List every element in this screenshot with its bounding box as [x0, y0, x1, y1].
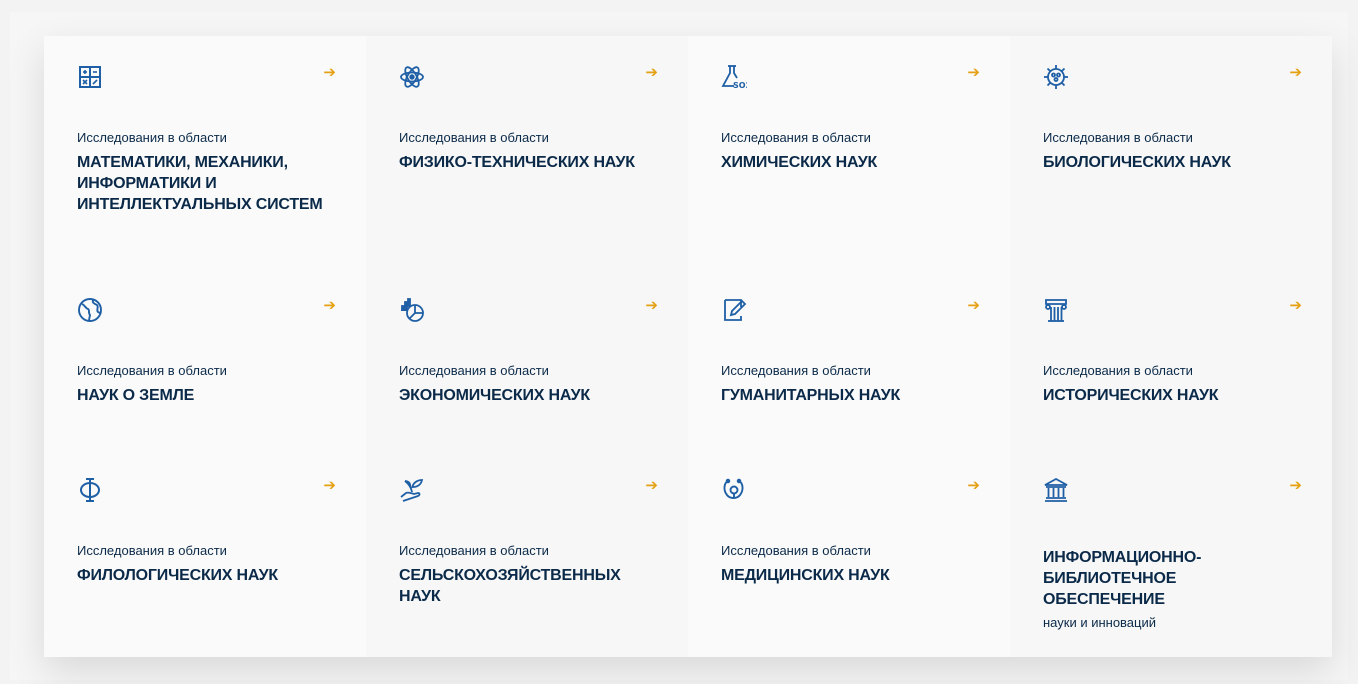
calculator-icon	[77, 64, 103, 90]
card-title: БИОЛОГИЧЕСКИХ НАУК	[1043, 154, 1231, 171]
card-earth-sciences[interactable]: ➔ Исследования в области НАУК О ЗЕМЛЕ	[44, 269, 366, 449]
card-title: МЕДИЦИНСКИХ НАУК	[721, 567, 890, 584]
card-medicine[interactable]: ➔ Исследования в области МЕДИЦИНСКИХ НАУ…	[688, 449, 1010, 657]
arrow-right-icon[interactable]: ➔	[1289, 296, 1302, 314]
column-icon	[1043, 297, 1069, 323]
card-title: ФИЛОЛОГИЧЕСКИХ НАУК	[77, 567, 278, 584]
card-title: ФИЗИКО-ТЕХНИЧЕСКИХ НАУК	[399, 154, 635, 171]
arrow-right-icon[interactable]: ➔	[1289, 63, 1302, 81]
card-title: ИНФОРМАЦИОННО- БИБЛИОТЕЧНОЕ ОБЕСПЕЧЕНИЕ	[1043, 549, 1202, 608]
card-title: СЕЛЬСКОХОЗЯЙСТВЕННЫХ НАУК	[399, 567, 621, 605]
card-prefix: Исследования в области	[721, 130, 871, 145]
card-title: ИСТОРИЧЕСКИХ НАУК	[1043, 387, 1219, 404]
card-prefix: Исследования в области	[399, 543, 549, 558]
gear-cells-icon	[1043, 64, 1069, 90]
arrow-right-icon[interactable]: ➔	[967, 63, 980, 81]
page: ➔ Исследования в области МАТЕМАТИКИ, МЕХ…	[0, 0, 1358, 684]
card-title: ГУМАНИТАРНЫХ НАУК	[721, 387, 901, 404]
card-physics[interactable]: ➔ Исследования в области ФИЗИКО-ТЕХНИЧЕС…	[366, 36, 688, 269]
card-biology[interactable]: ➔ Исследования в области БИОЛОГИЧЕСКИХ Н…	[1010, 36, 1332, 269]
pen-paper-icon	[721, 297, 747, 323]
card-prefix: Исследования в области	[399, 130, 549, 145]
arrow-right-icon[interactable]: ➔	[323, 63, 336, 81]
atom-icon	[399, 64, 425, 90]
card-prefix: Исследования в области	[77, 363, 227, 378]
svg-text:SO2: SO2	[733, 81, 747, 90]
card-economics[interactable]: ➔ Исследования в области ЭКОНОМИЧЕСКИХ Н…	[366, 269, 688, 449]
arrow-right-icon[interactable]: ➔	[645, 476, 658, 494]
card-philology[interactable]: ➔ Исследования в области ФИЛОЛОГИЧЕСКИХ …	[44, 449, 366, 657]
card-humanities[interactable]: ➔ Исследования в области ГУМАНИТАРНЫХ НА…	[688, 269, 1010, 449]
card-prefix: Исследования в области	[399, 363, 549, 378]
card-prefix: Исследования в области	[77, 543, 227, 558]
library-building-icon	[1043, 477, 1069, 503]
card-title: НАУК О ЗЕМЛЕ	[77, 387, 195, 404]
arrow-right-icon[interactable]: ➔	[645, 296, 658, 314]
flask-icon: SO2	[721, 64, 747, 90]
card-prefix: Исследования в области	[721, 363, 871, 378]
card-mathematics[interactable]: ➔ Исследования в области МАТЕМАТИКИ, МЕХ…	[44, 36, 366, 269]
card-chemistry[interactable]: SO2 ➔ Исследования в области ХИМИЧЕСКИХ …	[688, 36, 1010, 269]
card-subtitle: науки и инноваций	[1043, 615, 1157, 630]
card-history[interactable]: ➔ Исследования в области ИСТОРИЧЕСКИХ НА…	[1010, 269, 1332, 449]
arrow-right-icon[interactable]: ➔	[323, 476, 336, 494]
stethoscope-icon	[721, 477, 747, 503]
research-areas-panel: ➔ Исследования в области МАТЕМАТИКИ, МЕХ…	[10, 12, 1348, 680]
card-agriculture[interactable]: ➔ Исследования в области СЕЛЬСКОХОЗЯЙСТВ…	[366, 449, 688, 657]
globe-icon	[77, 297, 103, 323]
card-title: МАТЕМАТИКИ, МЕХАНИКИ, ИНФОРМАТИКИ И ИНТЕ…	[77, 154, 323, 213]
card-title: ХИМИЧЕСКИХ НАУК	[721, 154, 878, 171]
phi-letter-icon	[77, 477, 103, 503]
arrow-right-icon[interactable]: ➔	[1289, 476, 1302, 494]
card-prefix: Исследования в области	[1043, 363, 1193, 378]
arrow-right-icon[interactable]: ➔	[323, 296, 336, 314]
card-title: ЭКОНОМИЧЕСКИХ НАУК	[399, 387, 590, 404]
card-prefix: Исследования в области	[721, 543, 871, 558]
card-prefix: Исследования в области	[77, 130, 227, 145]
sprout-hand-icon	[399, 477, 425, 503]
card-prefix: Исследования в области	[1043, 130, 1193, 145]
arrow-right-icon[interactable]: ➔	[967, 296, 980, 314]
arrow-right-icon[interactable]: ➔	[967, 476, 980, 494]
economy-chart-icon	[399, 297, 425, 323]
card-library-support[interactable]: ➔ ИНФОРМАЦИОННО- БИБЛИОТЕЧНОЕ ОБЕСПЕЧЕНИ…	[1010, 449, 1332, 657]
arrow-right-icon[interactable]: ➔	[645, 63, 658, 81]
research-areas-grid: ➔ Исследования в области МАТЕМАТИКИ, МЕХ…	[44, 36, 1332, 657]
